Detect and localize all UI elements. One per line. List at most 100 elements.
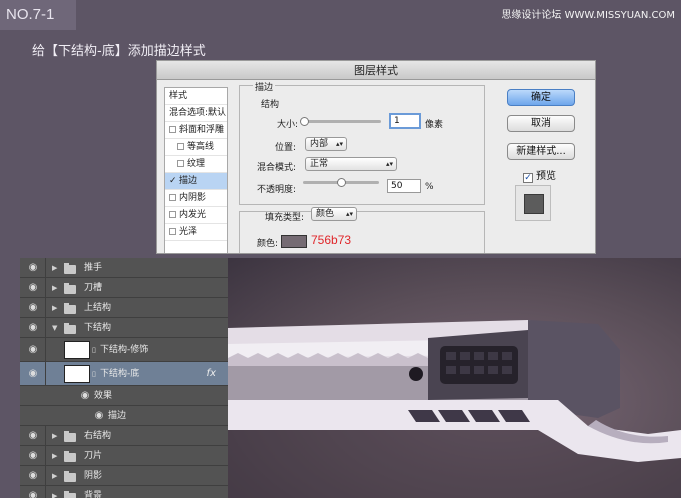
checkmark-icon[interactable]: ✓ bbox=[169, 173, 177, 189]
utility-knife-illustration bbox=[228, 320, 681, 498]
eye-icon[interactable]: ◉ bbox=[26, 298, 40, 318]
layer-row-selected[interactable]: ◉ ▯ 下结构-底 fx bbox=[20, 362, 228, 386]
folder-icon bbox=[64, 451, 76, 462]
eye-icon[interactable]: ◉ bbox=[26, 338, 40, 362]
blend-mode-select[interactable]: 正常 ▴▾ bbox=[305, 157, 397, 171]
preview-swatch bbox=[524, 194, 544, 214]
select-arrow-icon: ▴▾ bbox=[345, 210, 353, 218]
layer-row[interactable]: ◉ ▯ 下结构-修饰 bbox=[20, 338, 228, 362]
style-list: 样式 混合选项:默认 斜面和浮雕 等高线 纹理 ✓ 描边 内阴影 内发光 光泽 bbox=[164, 87, 228, 253]
layer-thumbnail bbox=[64, 341, 90, 359]
cancel-button[interactable]: 取消 bbox=[507, 115, 575, 132]
size-slider-knob[interactable] bbox=[300, 117, 309, 126]
style-item-contour[interactable]: 等高线 bbox=[165, 139, 227, 156]
color-label: 颜色: bbox=[257, 239, 279, 249]
opacity-slider-knob[interactable] bbox=[337, 178, 346, 187]
folder-icon bbox=[64, 283, 76, 294]
style-item-inner-glow[interactable]: 内发光 bbox=[165, 207, 227, 224]
eye-icon[interactable]: ◉ bbox=[26, 466, 40, 486]
slider-grip bbox=[440, 346, 518, 384]
layer-row[interactable]: ◉ ▶ 刀片 bbox=[20, 446, 228, 466]
dialog-title: 图层样式 bbox=[157, 61, 595, 80]
expand-arrow-icon[interactable]: ▶ bbox=[52, 278, 57, 298]
checkbox-icon[interactable] bbox=[177, 143, 184, 150]
eye-icon[interactable]: ◉ bbox=[78, 386, 92, 406]
eye-icon[interactable]: ◉ bbox=[26, 486, 40, 498]
checkbox-icon[interactable] bbox=[169, 211, 176, 218]
eye-icon[interactable]: ◉ bbox=[26, 362, 40, 386]
ok-button[interactable]: 确定 bbox=[507, 89, 575, 106]
size-label: 大小: bbox=[277, 120, 299, 130]
size-unit: 像素 bbox=[425, 120, 444, 130]
select-arrow-icon: ▴▾ bbox=[335, 140, 343, 148]
expand-arrow-icon[interactable]: ▶ bbox=[52, 258, 57, 278]
layer-row[interactable]: ◉ ▶ 上结构 bbox=[20, 298, 228, 318]
position-select[interactable]: 内部 ▴▾ bbox=[305, 137, 347, 151]
style-item-stroke[interactable]: ✓ 描边 bbox=[165, 173, 227, 190]
expand-arrow-icon[interactable]: ▶ bbox=[52, 298, 57, 318]
canvas-artwork bbox=[228, 258, 681, 498]
checkbox-icon[interactable] bbox=[169, 126, 176, 133]
fill-type-select[interactable]: 颜色 ▴▾ bbox=[311, 207, 357, 221]
style-list-header: 样式 bbox=[165, 88, 227, 105]
style-item-satin[interactable]: 光泽 bbox=[165, 224, 227, 241]
layer-row[interactable]: ◉ ▶ 右结构 bbox=[20, 426, 228, 446]
opacity-input[interactable]: 50 bbox=[387, 179, 421, 193]
eye-icon[interactable]: ◉ bbox=[26, 258, 40, 278]
folder-icon bbox=[64, 431, 76, 442]
color-hex-note: 756b73 bbox=[311, 233, 352, 247]
opacity-label: 不透明度: bbox=[257, 185, 297, 195]
eye-icon[interactable]: ◉ bbox=[26, 278, 40, 298]
layer-row[interactable]: ◉ ▶ 刀槽 bbox=[20, 278, 228, 298]
expand-arrow-icon[interactable]: ▶ bbox=[52, 486, 57, 498]
expand-arrow-icon[interactable]: ▶ bbox=[52, 446, 57, 466]
folder-open-icon bbox=[64, 323, 76, 334]
effect-stroke-row[interactable]: ◉ 描边 bbox=[20, 406, 228, 426]
layer-row[interactable]: ◉ ▶ 阴影 bbox=[20, 466, 228, 486]
new-style-button[interactable]: 新建样式... bbox=[507, 143, 575, 160]
eye-icon[interactable]: ◉ bbox=[92, 406, 106, 426]
effects-row[interactable]: ◉ 效果 bbox=[20, 386, 228, 406]
link-icon: ▯ bbox=[92, 346, 96, 354]
checkbox-icon[interactable] bbox=[177, 160, 184, 167]
link-icon: ▯ bbox=[92, 370, 96, 378]
layers-panel: ◉ ▶ 推手 ◉ ▶ 刀槽 ◉ ▶ 上结构 ◉ ▼ 下结构 ◉ ▯ 下结构-修饰 ◉ ▯ 下结构-底 fx… bbox=[20, 258, 228, 498]
blend-options-item[interactable]: 混合选项:默认 bbox=[165, 105, 227, 122]
style-preview bbox=[515, 185, 551, 221]
checkbox-icon[interactable] bbox=[169, 194, 176, 201]
expand-arrow-icon[interactable]: ▶ bbox=[52, 466, 57, 486]
size-slider[interactable] bbox=[301, 120, 381, 123]
step-tag: NO.7-1 bbox=[0, 0, 76, 30]
select-arrow-icon: ▴▾ bbox=[385, 160, 393, 168]
fx-icon[interactable]: fx bbox=[207, 362, 216, 386]
style-item-texture[interactable]: 纹理 bbox=[165, 156, 227, 173]
layer-style-dialog: 图层样式 样式 混合选项:默认 斜面和浮雕 等高线 纹理 ✓ 描边 内阴影 内发光… bbox=[156, 60, 596, 254]
eye-icon[interactable]: ◉ bbox=[26, 426, 40, 446]
layer-row[interactable]: ◉ ▼ 下结构 bbox=[20, 318, 228, 338]
opacity-unit: % bbox=[425, 182, 434, 192]
eye-icon[interactable]: ◉ bbox=[26, 446, 40, 466]
expand-arrow-icon[interactable]: ▶ bbox=[52, 426, 57, 446]
structure-group-label: 结构 bbox=[261, 100, 280, 110]
stroke-group-label: 描边 bbox=[253, 80, 276, 93]
layer-row[interactable]: ◉ ▶ 背景 bbox=[20, 486, 228, 498]
stroke-color-swatch[interactable] bbox=[281, 235, 307, 248]
folder-icon bbox=[64, 471, 76, 482]
instruction-text: 给【下结构-底】添加描边样式 bbox=[32, 44, 206, 59]
screw-icon bbox=[409, 367, 423, 381]
preview-checkbox[interactable]: ✓ 预览 bbox=[523, 167, 556, 183]
watermark: 思缘设计论坛 WWW.MISSYUAN.COM bbox=[501, 10, 675, 21]
folder-icon bbox=[64, 491, 76, 498]
collapse-arrow-icon[interactable]: ▼ bbox=[52, 318, 57, 338]
blend-mode-label: 混合模式: bbox=[257, 163, 297, 173]
layer-row[interactable]: ◉ ▶ 推手 bbox=[20, 258, 228, 278]
eye-icon[interactable]: ◉ bbox=[26, 318, 40, 338]
checkbox-icon[interactable] bbox=[169, 228, 176, 235]
size-input[interactable]: 1 bbox=[389, 113, 421, 129]
position-label: 位置: bbox=[275, 143, 297, 153]
folder-icon bbox=[64, 303, 76, 314]
style-item-inner-shadow[interactable]: 内阴影 bbox=[165, 190, 227, 207]
style-item-bevel[interactable]: 斜面和浮雕 bbox=[165, 122, 227, 139]
fill-type-label: 填充类型: bbox=[265, 213, 305, 223]
checkmark-icon[interactable]: ✓ bbox=[523, 173, 533, 183]
